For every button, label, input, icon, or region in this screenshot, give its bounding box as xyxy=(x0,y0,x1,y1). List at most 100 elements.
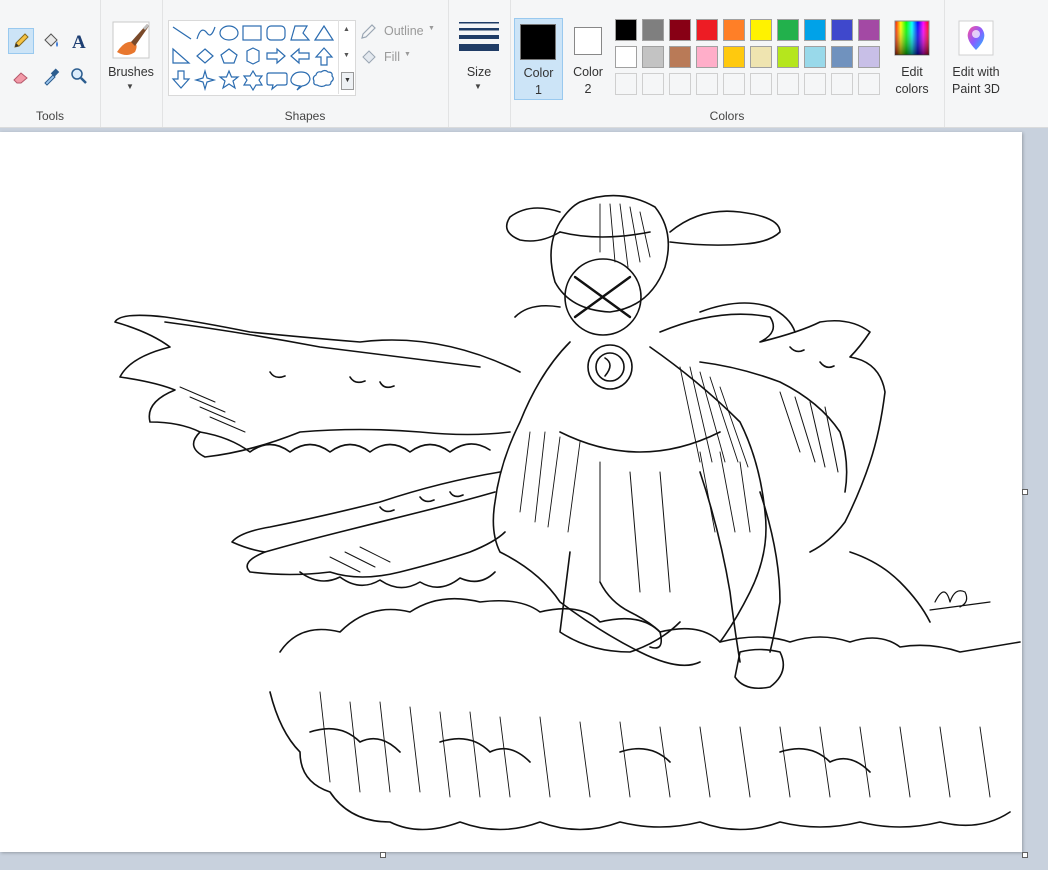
colors-group-label: Colors xyxy=(709,109,745,123)
tools-group-label: Tools xyxy=(35,109,64,123)
paint3d-group: Edit with Paint 3D xyxy=(944,0,1006,127)
color1-swatch xyxy=(520,24,556,60)
palette-swatch[interactable] xyxy=(642,46,664,68)
palette-swatch[interactable] xyxy=(858,19,880,41)
brushes-button[interactable]: Brushes ▼ xyxy=(106,18,156,98)
fill-tool[interactable] xyxy=(38,28,64,54)
triangle-shape-icon xyxy=(313,24,335,41)
color2-button[interactable]: Color 2 xyxy=(565,18,611,100)
down-arrow-shape-icon xyxy=(171,70,191,89)
fill-button[interactable]: Fill ▼ xyxy=(360,48,440,68)
palette-swatch[interactable] xyxy=(615,46,637,68)
cloud-callout-shape-icon xyxy=(312,69,334,88)
scroll-up-icon[interactable]: ▲ xyxy=(343,26,350,33)
palette-swatch[interactable] xyxy=(858,46,880,68)
palette-swatch[interactable] xyxy=(750,46,772,68)
palette-swatch[interactable] xyxy=(642,19,664,41)
paint3d-icon xyxy=(958,20,994,56)
sketch-drawing xyxy=(114,194,1021,831)
line-shape-icon xyxy=(172,26,192,40)
curve-shape-icon xyxy=(196,26,216,40)
brushes-group: Brushes ▼ xyxy=(100,0,163,127)
palette-swatch[interactable] xyxy=(831,19,853,41)
polygon-shape-icon xyxy=(290,25,311,41)
custom-color-slot[interactable] xyxy=(858,73,880,95)
gallery-expand-icon[interactable]: ▼ xyxy=(341,72,354,90)
color1-label: Color 1 xyxy=(523,66,554,97)
edit-colors-button[interactable]: Edit colors xyxy=(890,18,934,100)
palette-swatch[interactable] xyxy=(777,46,799,68)
custom-color-slot[interactable] xyxy=(642,73,664,95)
shapes-gallery-grid xyxy=(171,24,335,92)
scroll-down-icon[interactable]: ▼ xyxy=(343,52,350,59)
palette-swatch[interactable] xyxy=(696,46,718,68)
color2-label: Color 2 xyxy=(573,65,603,96)
custom-color-slot[interactable] xyxy=(831,73,853,95)
color2-swatch xyxy=(574,27,602,55)
shapes-scrollbar[interactable]: ▲ ▼ ▼ xyxy=(338,20,355,94)
resize-handle-right[interactable] xyxy=(1022,489,1028,495)
eraser-tool[interactable] xyxy=(8,63,34,89)
palette-swatch[interactable] xyxy=(723,46,745,68)
palette-swatch[interactable] xyxy=(723,19,745,41)
pencil-tool[interactable] xyxy=(8,28,34,54)
size-group: Size ▼ xyxy=(448,0,511,127)
four-point-star-shape-icon xyxy=(193,68,217,92)
outline-label: Outline xyxy=(384,24,424,38)
rectangle-shape-icon xyxy=(242,25,262,41)
oval-callout-shape-icon xyxy=(290,71,311,91)
color-picker-tool[interactable] xyxy=(38,63,64,89)
brushes-dropdown-icon: ▼ xyxy=(126,82,134,91)
resize-handle-corner[interactable] xyxy=(1022,852,1028,858)
resize-handle-bottom[interactable] xyxy=(380,852,386,858)
paint-bucket-icon xyxy=(44,33,58,47)
right-arrow-shape-icon xyxy=(266,47,286,65)
left-arrow-shape-icon xyxy=(290,47,310,65)
custom-color-slot[interactable] xyxy=(696,73,718,95)
drawing-canvas[interactable] xyxy=(0,132,1022,852)
outline-button[interactable]: Outline ▼ xyxy=(360,22,440,42)
rounded-callout-shape-icon xyxy=(266,72,288,91)
custom-color-slot[interactable] xyxy=(615,73,637,95)
edit-colors-label: Edit colors xyxy=(895,65,929,96)
magnifier-tool[interactable] xyxy=(66,63,92,89)
outline-dropdown-icon: ▼ xyxy=(428,25,435,32)
palette-swatch[interactable] xyxy=(615,19,637,41)
rounded-rectangle-shape-icon xyxy=(266,25,286,41)
custom-color-slot[interactable] xyxy=(750,73,772,95)
palette-swatch[interactable] xyxy=(804,19,826,41)
size-button[interactable]: Size ▼ xyxy=(454,18,504,98)
edit-with-paint3d-button[interactable]: Edit with Paint 3D xyxy=(948,18,1004,100)
magnifier-icon xyxy=(71,68,87,84)
svg-text:A: A xyxy=(72,32,86,51)
up-arrow-shape-icon xyxy=(314,47,334,66)
diamond-shape-icon xyxy=(196,48,214,64)
fill-bucket-icon xyxy=(362,50,376,64)
custom-color-slot[interactable] xyxy=(669,73,691,95)
pencil-icon xyxy=(14,33,29,48)
shapes-gallery xyxy=(168,20,356,96)
palette-swatch[interactable] xyxy=(750,19,772,41)
palette-swatch[interactable] xyxy=(669,46,691,68)
line-size-icon xyxy=(459,22,499,51)
text-tool[interactable]: A xyxy=(66,28,92,54)
custom-color-slot[interactable] xyxy=(804,73,826,95)
color1-button[interactable]: Color 1 xyxy=(514,18,563,100)
eraser-icon xyxy=(13,72,28,84)
palette-swatch[interactable] xyxy=(804,46,826,68)
oval-shape-icon xyxy=(219,25,239,41)
hexagon-shape-icon xyxy=(246,47,260,65)
edit-with-paint3d-label: Edit with Paint 3D xyxy=(952,65,1000,96)
palette-swatch[interactable] xyxy=(831,46,853,68)
canvas-workspace xyxy=(0,128,1048,870)
tools-group: A Tools xyxy=(0,0,101,127)
six-point-star-shape-icon xyxy=(242,69,264,92)
brushes-label: Brushes xyxy=(108,65,154,79)
custom-color-slot[interactable] xyxy=(723,73,745,95)
text-icon: A xyxy=(72,32,86,51)
palette-swatch[interactable] xyxy=(777,19,799,41)
palette-swatch[interactable] xyxy=(696,19,718,41)
custom-color-slot[interactable] xyxy=(777,73,799,95)
eyedropper-icon xyxy=(44,68,60,86)
palette-swatch[interactable] xyxy=(669,19,691,41)
